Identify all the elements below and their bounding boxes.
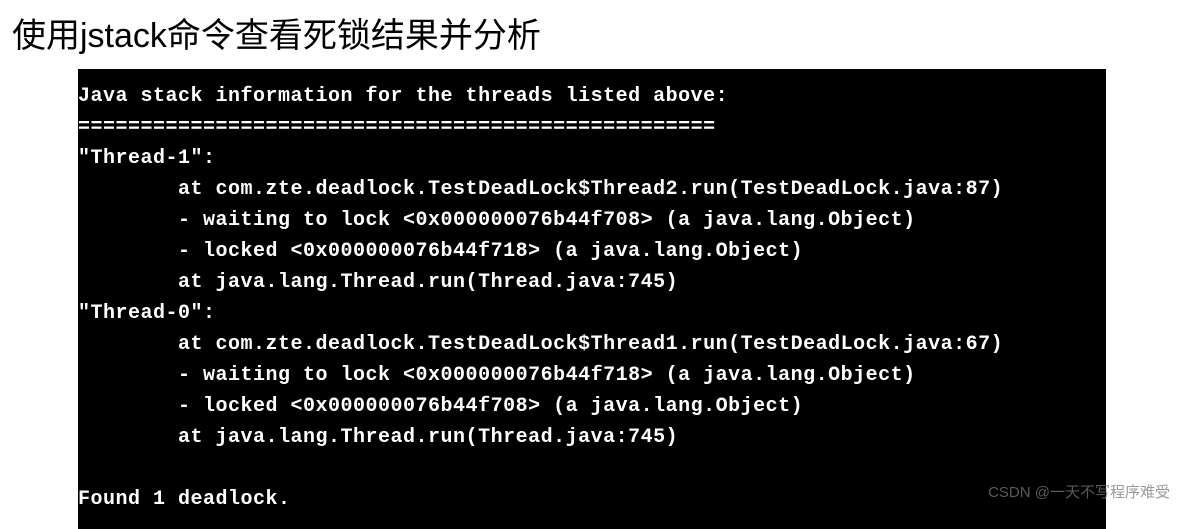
page-title: 使用jstack命令查看死锁结果并分析 [0,0,1184,69]
terminal-line: - locked <0x000000076b44f718> (a java.la… [78,240,803,263]
terminal-line: at java.lang.Thread.run(Thread.java:745) [78,426,678,449]
terminal-line: ========================================… [78,116,716,139]
terminal-line: Found 1 deadlock. [78,488,291,511]
terminal-line: at com.zte.deadlock.TestDeadLock$Thread1… [78,333,1003,356]
terminal-line: "Thread-1": [78,147,216,170]
terminal-line: - waiting to lock <0x000000076b44f718> (… [78,364,916,387]
terminal-line: "Thread-0": [78,302,216,325]
terminal-line: at com.zte.deadlock.TestDeadLock$Thread2… [78,178,1003,201]
terminal-line: - waiting to lock <0x000000076b44f708> (… [78,209,916,232]
watermark: CSDN @一天不写程序难受 [988,481,1170,502]
terminal-output: Java stack information for the threads l… [78,69,1106,529]
terminal-line: Java stack information for the threads l… [78,85,728,108]
terminal-line: at java.lang.Thread.run(Thread.java:745) [78,271,678,294]
terminal-line: - locked <0x000000076b44f708> (a java.la… [78,395,803,418]
